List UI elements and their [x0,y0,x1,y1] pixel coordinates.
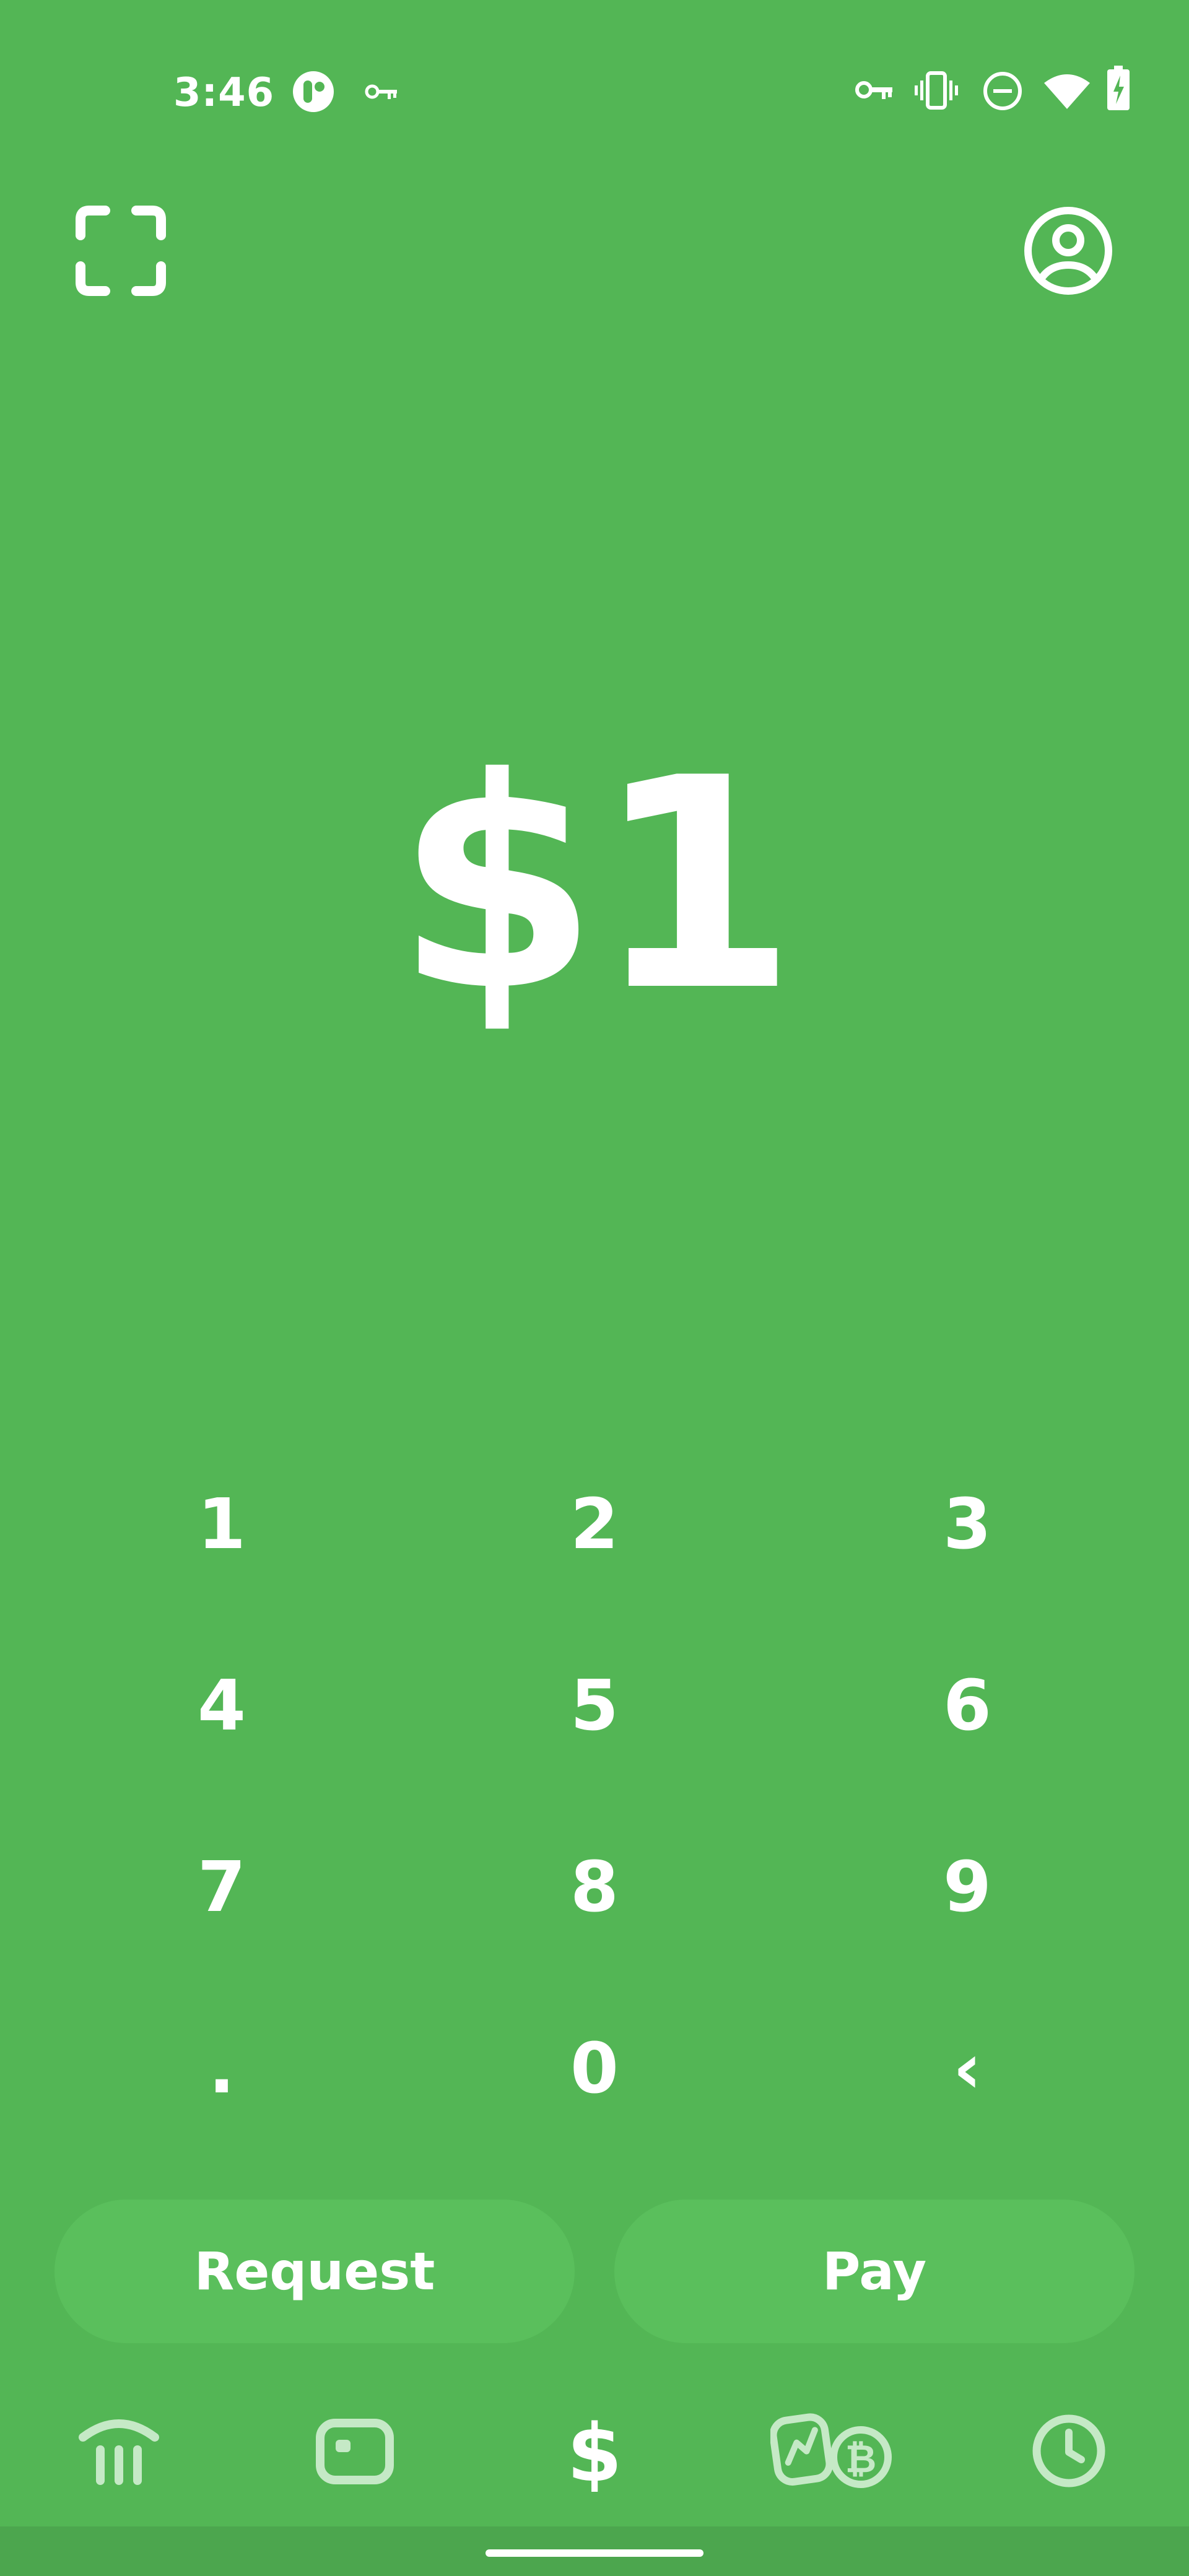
key-8[interactable]: 8 [471,1801,718,1974]
activity-clock-icon[interactable] [1032,2414,1106,2488]
status-time: 3:46 [173,70,275,116]
key-backspace[interactable]: ‹ [843,1982,1091,2156]
vpn-key-icon [855,81,892,99]
key-1[interactable]: 1 [98,1438,346,1611]
cash-app-pay-screen: 3:46 $1 1 2 3 4 5 6 7 8 9 . 0 ‹ Request … [0,0,1189,2576]
qr-scan-icon[interactable] [74,204,167,297]
do-not-disturb-icon [983,72,1022,110]
request-button[interactable]: Request [54,2200,575,2343]
dollar-icon[interactable]: $ [557,2411,632,2492]
card-icon[interactable] [315,2417,395,2486]
home-icon[interactable] [76,2414,162,2488]
key-3[interactable]: 3 [843,1438,1091,1611]
battery-charging-icon [1107,66,1130,110]
app-notification-icon [293,71,334,112]
vibrate-icon [915,71,958,110]
key-7[interactable]: 7 [98,1801,346,1974]
vpn-key-icon [365,84,397,99]
investing-bitcoin-icon[interactable]: ₿ [770,2411,894,2492]
key-0[interactable]: 0 [471,1982,718,2156]
pay-button[interactable]: Pay [614,2200,1135,2343]
svg-text:₿: ₿ [845,2436,877,2481]
svg-text:$: $ [567,2411,622,2492]
key-9[interactable]: 9 [843,1801,1091,1974]
key-6[interactable]: 6 [843,1619,1091,1793]
gesture-handle[interactable] [486,2549,703,2557]
amount-display: $1 [395,716,797,1055]
key-decimal[interactable]: . [98,1982,346,2156]
key-4[interactable]: 4 [98,1619,346,1793]
profile-icon[interactable] [1022,204,1115,297]
wifi-icon [1044,74,1090,109]
key-2[interactable]: 2 [471,1438,718,1611]
key-5[interactable]: 5 [471,1619,718,1793]
